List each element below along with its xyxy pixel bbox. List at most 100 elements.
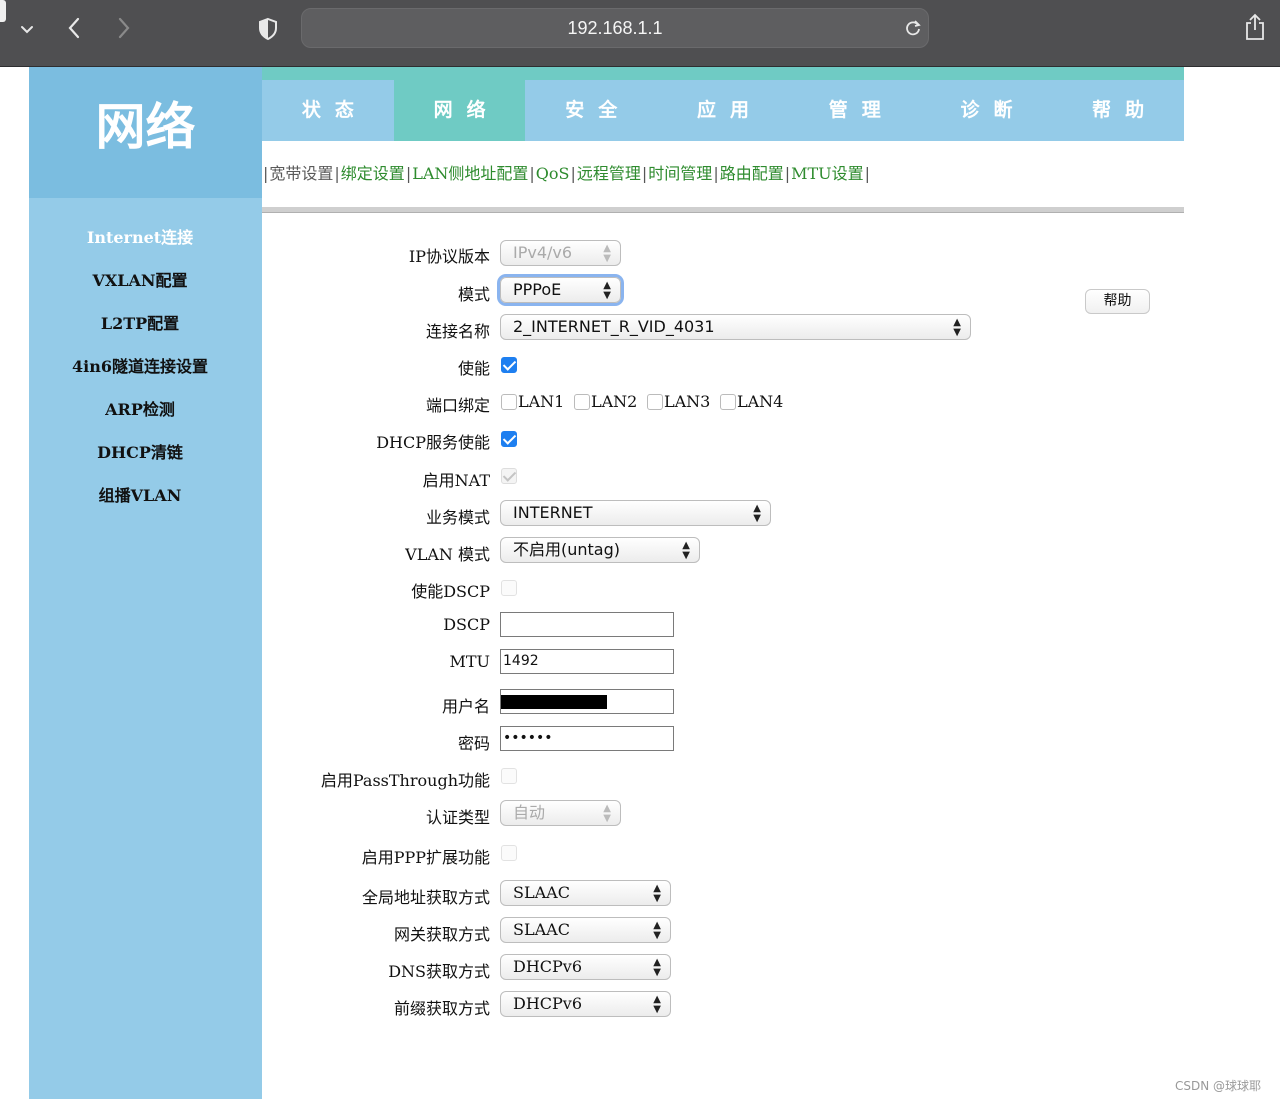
auth-type-select: 自动 ▲ ▼ — [500, 800, 621, 826]
ip-version-value: IPv4/v6 — [513, 243, 573, 262]
subnav-routing[interactable]: 路由配置 — [720, 164, 784, 183]
select-arrows-icon: ▲ ▼ — [603, 280, 611, 301]
main-nav: 状态 网络 安全 应用 管理 诊断 帮助 — [262, 80, 1184, 141]
lan3-label: LAN3 — [664, 392, 711, 411]
subnav-binding[interactable]: 绑定设置 — [341, 164, 405, 183]
watermark: CSDN @球球耶 — [1175, 1079, 1262, 1093]
sidebar-item-dhcp[interactable]: DHCP清链 — [29, 439, 251, 463]
sub-nav: |宽带设置|绑定设置|LAN侧地址配置|QoS|远程管理|时间管理|路由配置|M… — [263, 164, 871, 183]
auth-type-label: 认证类型 — [425, 808, 490, 827]
section-logo: 网络 — [95, 97, 196, 156]
service-mode-select[interactable]: INTERNET ▲ ▼ — [500, 500, 771, 526]
subnav-remote-management[interactable]: 远程管理 — [577, 164, 641, 183]
tab-management[interactable]: 管理 — [789, 80, 921, 141]
dhcp-service-checkbox[interactable] — [501, 431, 517, 447]
gateway-value: SLAAC — [513, 920, 570, 939]
nat-label: 启用NAT — [422, 471, 490, 490]
dscp-label: DSCP — [443, 615, 490, 634]
connection-name-value: 2_INTERNET_R_VID_4031 — [513, 317, 715, 336]
username-input[interactable] — [500, 689, 674, 714]
subnav-mtu[interactable]: MTU设置 — [791, 164, 864, 183]
connection-name-select[interactable]: 2_INTERNET_R_VID_4031 ▲ ▼ — [500, 314, 971, 340]
reload-icon[interactable] — [902, 17, 924, 39]
dns-select[interactable]: DHCPv6 ▲ ▼ — [500, 954, 671, 980]
username-label: 用户名 — [441, 697, 490, 716]
mtu-input[interactable]: 1492 — [500, 649, 674, 674]
dscp-enable-checkbox — [501, 580, 517, 596]
gateway-select[interactable]: SLAAC ▲ ▼ — [500, 917, 671, 943]
sidebar-item-arp[interactable]: ARP检测 — [29, 396, 251, 420]
ip-version-label: IP协议版本 — [408, 247, 490, 266]
select-arrows-icon: ▲ ▼ — [953, 317, 961, 338]
lan3-checkbox[interactable] — [647, 394, 663, 410]
global-addr-value: SLAAC — [513, 883, 570, 902]
dns-value: DHCPv6 — [513, 957, 583, 976]
tab-help[interactable]: 帮助 — [1052, 80, 1184, 141]
lan1-label: LAN1 — [518, 392, 565, 411]
mtu-label: MTU — [449, 652, 490, 671]
chevron-down-icon[interactable] — [16, 18, 38, 40]
nat-checkbox — [501, 468, 517, 484]
address-bar[interactable]: 192.168.1.1 — [301, 8, 929, 48]
select-arrows-icon: ▲ ▼ — [753, 503, 761, 524]
service-mode-value: INTERNET — [513, 503, 593, 522]
browser-toolbar: 192.168.1.1 — [0, 0, 1280, 67]
port-binding-label: 端口绑定 — [425, 396, 490, 415]
password-label: 密码 — [457, 734, 490, 753]
ip-version-select: IPv4/v6 ▲ ▼ — [500, 240, 621, 266]
lan2-checkbox[interactable] — [574, 394, 590, 410]
mode-select[interactable]: PPPoE ▲ ▼ — [500, 277, 621, 303]
select-arrows-icon: ▲ ▼ — [653, 994, 661, 1015]
select-arrows-icon: ▲ ▼ — [653, 883, 661, 904]
dhcp-service-label: DHCP服务使能 — [376, 433, 490, 452]
lan2-label: LAN2 — [591, 392, 638, 411]
connection-name-label: 连接名称 — [425, 322, 490, 341]
dns-label: DNS获取方式 — [388, 962, 490, 981]
sidebar-item-4in6[interactable]: 4in6隧道连接设置 — [29, 353, 251, 377]
global-addr-select[interactable]: SLAAC ▲ ▼ — [500, 880, 671, 906]
ppp-ext-label: 启用PPP扩展功能 — [361, 848, 490, 867]
password-input[interactable]: •••••• — [500, 726, 674, 751]
prefix-value: DHCPv6 — [513, 994, 583, 1013]
help-button[interactable]: 帮助 — [1085, 289, 1150, 314]
nav-top-strip — [262, 67, 1184, 80]
chevron-right-icon[interactable] — [112, 14, 136, 42]
ppp-ext-checkbox — [501, 845, 517, 861]
select-arrows-icon: ▲ ▼ — [603, 803, 611, 824]
auth-type-value: 自动 — [513, 803, 546, 822]
left-sidebar: 网络 Internet连接 VXLAN配置 L2TP配置 4in6隧道连接设置 … — [29, 67, 262, 1099]
tab-security[interactable]: 安全 — [525, 80, 657, 141]
tab-application[interactable]: 应用 — [657, 80, 789, 141]
tab-diagnosis[interactable]: 诊断 — [921, 80, 1053, 141]
select-arrows-icon: ▲ ▼ — [603, 243, 611, 264]
vlan-mode-label: VLAN 模式 — [405, 545, 490, 564]
prefix-select[interactable]: DHCPv6 ▲ ▼ — [500, 991, 671, 1017]
vlan-mode-value: 不启用(untag) — [513, 540, 621, 559]
share-icon[interactable] — [1241, 12, 1269, 42]
passthrough-checkbox — [501, 768, 517, 784]
vlan-mode-select[interactable]: 不启用(untag) ▲ ▼ — [500, 537, 700, 563]
subnav-lan-address[interactable]: LAN侧地址配置 — [412, 164, 528, 183]
chevron-left-icon[interactable] — [62, 14, 86, 42]
shield-icon[interactable] — [255, 15, 281, 43]
tab-network[interactable]: 网络 — [393, 80, 526, 141]
sidebar-toggle-icon[interactable] — [0, 0, 6, 22]
dscp-enable-label: 使能DSCP — [411, 582, 490, 601]
prefix-label: 前缀获取方式 — [393, 999, 490, 1018]
gateway-label: 网关获取方式 — [393, 925, 490, 944]
sidebar-item-l2tp[interactable]: L2TP配置 — [29, 310, 251, 334]
subnav-broadband[interactable]: 宽带设置 — [269, 164, 333, 183]
sidebar-item-internet[interactable]: Internet连接 — [29, 224, 251, 248]
url-text: 192.168.1.1 — [567, 18, 663, 38]
global-addr-label: 全局地址获取方式 — [361, 888, 490, 907]
dscp-input[interactable] — [500, 612, 674, 637]
subnav-qos[interactable]: QoS — [536, 164, 570, 183]
sidebar-item-vxlan[interactable]: VXLAN配置 — [29, 267, 251, 291]
enable-checkbox[interactable] — [501, 357, 517, 373]
tab-status[interactable]: 状态 — [262, 80, 394, 141]
subnav-time-management[interactable]: 时间管理 — [648, 164, 712, 183]
lan1-checkbox[interactable] — [501, 394, 517, 410]
lan4-checkbox[interactable] — [720, 394, 736, 410]
mode-value: PPPoE — [513, 280, 562, 299]
sidebar-item-multicast-vlan[interactable]: 组播VLAN — [29, 482, 251, 506]
